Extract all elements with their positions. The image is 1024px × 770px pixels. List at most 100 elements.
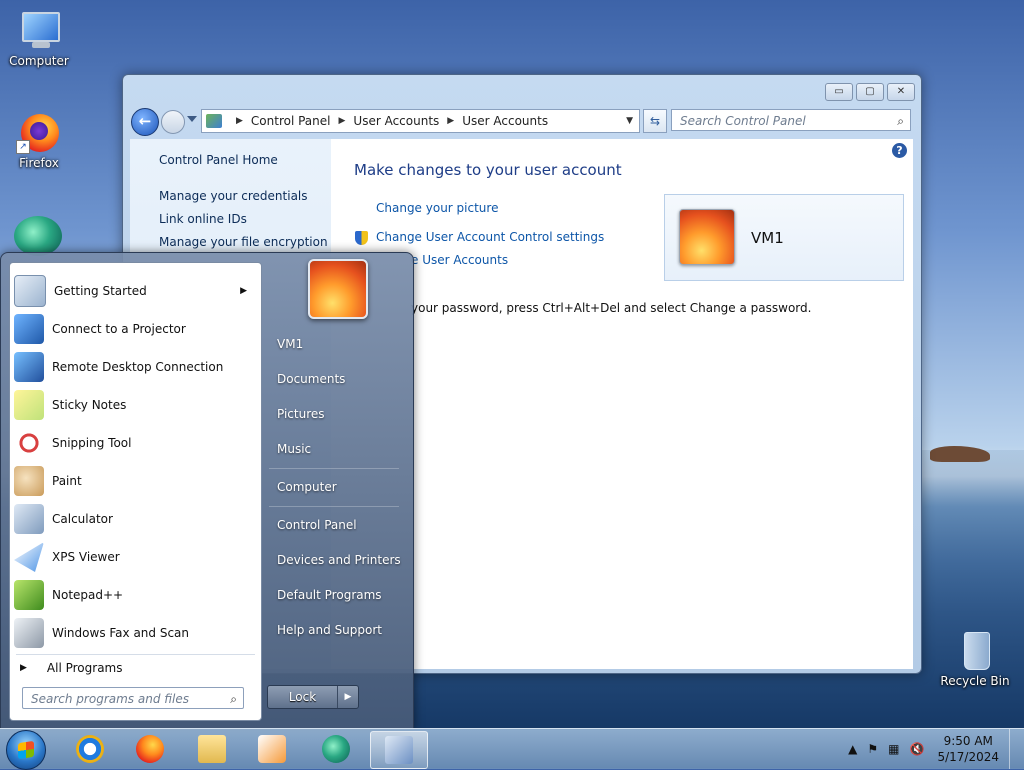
lock-button[interactable]: Lock ▶ xyxy=(267,685,359,709)
start-item-paint[interactable]: Paint xyxy=(14,464,257,498)
start-right-pictures[interactable]: Pictures xyxy=(277,407,325,421)
user-picture[interactable] xyxy=(308,259,368,319)
nav-link-online-ids[interactable]: Link online IDs xyxy=(159,212,247,226)
windows-logo-icon xyxy=(18,740,34,760)
recycle-bin-icon xyxy=(952,630,998,672)
change-uac-settings-link[interactable]: Change User Account Control settings xyxy=(376,230,604,244)
desktop-wallpaper-rock xyxy=(930,446,990,462)
show-hidden-icons-chevron-icon[interactable]: ▲ xyxy=(848,742,857,756)
notepad-plus-plus-icon xyxy=(14,580,44,610)
teal-app-desktop-icon[interactable] xyxy=(14,216,62,256)
start-right-help-support[interactable]: Help and Support xyxy=(277,623,382,637)
remote-desktop-icon xyxy=(14,352,44,382)
search-icon[interactable]: ⌕ xyxy=(897,110,904,132)
start-right-user[interactable]: VM1 xyxy=(277,337,303,351)
account-picture[interactable] xyxy=(679,209,735,265)
clock-date: 5/17/2024 xyxy=(937,750,999,764)
sticky-notes-icon xyxy=(14,390,44,420)
breadcrumb-user-accounts[interactable]: User Accounts xyxy=(353,114,439,128)
firefox-icon: ↗ xyxy=(16,112,62,154)
taskbar-teal-app[interactable] xyxy=(308,731,364,767)
teal-app-icon xyxy=(322,735,350,763)
start-right-music[interactable]: Music xyxy=(277,442,311,456)
desktop-icon-label: Recycle Bin xyxy=(940,674,1010,688)
breadcrumb-user-accounts-current[interactable]: User Accounts xyxy=(462,114,548,128)
breadcrumb-control-panel[interactable]: Control Panel xyxy=(251,114,331,128)
manage-user-accounts-link[interactable]: e User Accounts xyxy=(411,253,508,267)
start-right-control-panel[interactable]: Control Panel xyxy=(277,518,357,532)
start-item-calculator[interactable]: Calculator xyxy=(14,502,257,536)
projector-icon xyxy=(14,314,44,344)
nav-file-encryption[interactable]: Manage your file encryption xyxy=(159,235,328,249)
getting-started-icon xyxy=(14,275,46,307)
control-panel-icon xyxy=(385,736,413,764)
start-item-xps-viewer[interactable]: XPS Viewer xyxy=(14,540,257,574)
fax-scan-icon xyxy=(14,618,44,648)
start-right-devices-printers[interactable]: Devices and Printers xyxy=(277,553,401,567)
start-item-getting-started[interactable]: Getting Started ▶ xyxy=(14,274,257,308)
start-right-documents[interactable]: Documents xyxy=(277,372,345,386)
start-right-default-programs[interactable]: Default Programs xyxy=(277,588,382,602)
clock-time: 9:50 AM xyxy=(943,734,993,748)
start-menu: Getting Started ▶ Connect to a Projector… xyxy=(0,252,414,730)
address-bar[interactable]: ▶ Control Panel ▶ User Accounts ▶ User A… xyxy=(201,109,640,133)
forward-arrow-icon[interactable] xyxy=(161,110,185,134)
close-button[interactable]: ✕ xyxy=(887,83,915,101)
windows-explorer-icon xyxy=(198,735,226,763)
back-arrow-icon[interactable]: ← xyxy=(131,108,159,136)
nav-manage-credentials[interactable]: Manage your credentials xyxy=(159,189,308,203)
divider xyxy=(269,506,399,507)
recent-pages-chevron-icon[interactable] xyxy=(187,116,197,122)
show-desktop-button[interactable] xyxy=(1009,729,1024,769)
divider xyxy=(269,468,399,469)
shutdown-options-arrow-icon[interactable]: ▶ xyxy=(337,686,358,708)
clock[interactable]: 9:50 AM 5/17/2024 xyxy=(937,733,999,765)
expand-arrow-icon: ▶ xyxy=(20,663,27,673)
account-card: VM1 xyxy=(664,194,904,281)
submenu-arrow-icon: ▶ xyxy=(240,286,247,296)
start-item-snipping-tool[interactable]: Snipping Tool xyxy=(14,426,257,460)
search-input[interactable]: Search Control Panel ⌕ xyxy=(671,109,911,131)
system-tray: ▲ ⚑ ▦ 🔇 9:50 AM 5/17/2024 xyxy=(843,729,1024,769)
network-icon[interactable]: ▦ xyxy=(888,742,899,756)
start-menu-programs-pane: Getting Started ▶ Connect to a Projector… xyxy=(9,262,262,721)
xps-viewer-icon xyxy=(14,542,44,572)
internet-explorer-icon xyxy=(76,735,104,763)
start-item-notepad-plus-plus[interactable]: Notepad++ xyxy=(14,578,257,612)
action-center-flag-icon[interactable]: ⚑ xyxy=(867,742,878,756)
help-icon[interactable]: ? xyxy=(892,143,907,158)
nav-control-panel-home[interactable]: Control Panel Home xyxy=(159,153,278,167)
password-hint-text: your password, press Ctrl+Alt+Del and se… xyxy=(411,301,812,315)
taskbar-control-panel[interactable] xyxy=(370,731,428,769)
desktop-icon-firefox[interactable]: ↗ Firefox xyxy=(0,112,78,170)
start-search-input[interactable]: Search programs and files ⌕ xyxy=(22,687,244,709)
computer-icon xyxy=(16,10,62,52)
snipping-tool-icon xyxy=(14,428,44,458)
desktop-icon-recycle-bin[interactable]: Recycle Bin xyxy=(936,630,1014,688)
firefox-icon xyxy=(136,735,164,763)
start-item-connect-projector[interactable]: Connect to a Projector xyxy=(14,312,257,346)
media-player-icon xyxy=(258,735,286,763)
desktop-icon-label: Computer xyxy=(9,54,69,68)
page-title: Make changes to your user account xyxy=(354,161,622,179)
minimize-button[interactable]: ▭ xyxy=(825,83,853,101)
all-programs-button[interactable]: ▶ All Programs xyxy=(20,655,123,681)
taskbar-media-player[interactable] xyxy=(244,731,300,767)
search-icon[interactable]: ⌕ xyxy=(230,688,237,710)
paint-icon xyxy=(14,466,44,496)
start-button[interactable] xyxy=(6,730,46,770)
maximize-button[interactable]: ▢ xyxy=(856,83,884,101)
start-right-computer[interactable]: Computer xyxy=(277,480,337,494)
start-item-fax-scan[interactable]: Windows Fax and Scan xyxy=(14,616,257,650)
address-dropdown-icon[interactable]: ▼ xyxy=(626,116,633,126)
start-item-remote-desktop[interactable]: Remote Desktop Connection xyxy=(14,350,257,384)
uac-shield-icon xyxy=(355,231,368,245)
volume-muted-icon[interactable]: 🔇 xyxy=(910,742,925,756)
refresh-icon[interactable]: ⇆ xyxy=(643,109,667,133)
taskbar-firefox[interactable] xyxy=(122,731,178,767)
taskbar-windows-explorer[interactable] xyxy=(184,731,240,767)
taskbar-internet-explorer[interactable] xyxy=(62,731,118,767)
desktop-icon-computer[interactable]: Computer xyxy=(0,10,78,68)
change-picture-link[interactable]: Change your picture xyxy=(376,201,498,215)
start-item-sticky-notes[interactable]: Sticky Notes xyxy=(14,388,257,422)
